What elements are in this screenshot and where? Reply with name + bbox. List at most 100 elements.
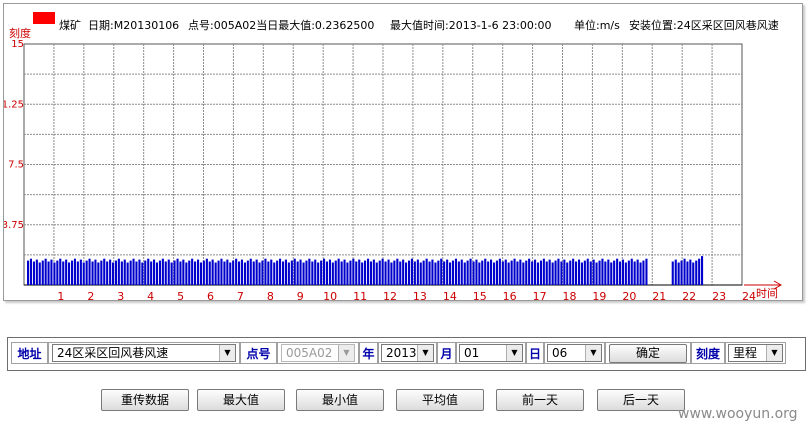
bar bbox=[27, 260, 30, 285]
bar bbox=[621, 259, 624, 285]
point-select[interactable]: 005A02 ▼ bbox=[281, 344, 355, 362]
bar bbox=[114, 260, 117, 285]
month-value: 01 bbox=[464, 346, 480, 360]
bar bbox=[516, 261, 519, 285]
bar bbox=[422, 260, 425, 285]
x-tick-label: 15 bbox=[473, 290, 487, 300]
y-tick-label: 7.5 bbox=[8, 160, 24, 171]
month-select[interactable]: 01 ▼ bbox=[459, 344, 523, 362]
bar bbox=[141, 262, 144, 285]
bar bbox=[457, 261, 460, 285]
bar bbox=[390, 262, 393, 285]
x-tick-label: 24 bbox=[742, 290, 756, 300]
bar bbox=[531, 261, 534, 285]
bar bbox=[449, 262, 452, 285]
bar bbox=[469, 258, 472, 285]
bar bbox=[106, 261, 109, 285]
bar bbox=[510, 260, 513, 285]
reupload-data-button[interactable]: 重传数据 bbox=[101, 389, 189, 411]
bar bbox=[566, 262, 569, 285]
bar bbox=[194, 261, 197, 285]
header-date: 日期:M20130106 bbox=[88, 19, 179, 32]
bar bbox=[607, 259, 610, 285]
bar bbox=[446, 259, 449, 285]
bar bbox=[677, 262, 680, 285]
x-tick-label: 17 bbox=[533, 290, 547, 300]
point-value: 005A02 bbox=[286, 346, 333, 360]
bar bbox=[202, 260, 205, 285]
bar bbox=[610, 262, 613, 285]
bar bbox=[686, 261, 689, 285]
bar bbox=[76, 261, 79, 285]
bar bbox=[91, 261, 94, 285]
bar bbox=[484, 258, 487, 285]
bar bbox=[120, 261, 123, 285]
bar bbox=[41, 260, 44, 285]
bar bbox=[38, 262, 41, 285]
bar bbox=[680, 260, 683, 285]
bar bbox=[311, 261, 314, 285]
bar bbox=[536, 262, 539, 285]
bar bbox=[32, 261, 35, 285]
bar bbox=[112, 262, 115, 285]
bar bbox=[557, 258, 560, 285]
address-label: 地址 bbox=[11, 342, 48, 364]
bar bbox=[572, 258, 575, 285]
y-axis-label: 刻度 bbox=[9, 26, 31, 40]
bar bbox=[630, 258, 633, 285]
bar bbox=[79, 259, 82, 285]
header-max-time: 最大值时间:2013-1-6 23:00:00 bbox=[390, 18, 552, 32]
bar bbox=[199, 262, 202, 285]
bar bbox=[176, 258, 179, 285]
bar bbox=[208, 261, 211, 285]
scale-select[interactable]: 里程 ▼ bbox=[728, 344, 783, 362]
bar bbox=[560, 261, 563, 285]
bar bbox=[701, 256, 704, 285]
day-select[interactable]: 06 ▼ bbox=[547, 344, 602, 362]
x-tick-label: 4 bbox=[147, 290, 154, 300]
confirm-button[interactable]: 确定 bbox=[609, 344, 687, 363]
bar bbox=[551, 262, 554, 285]
next-day-button[interactable]: 后一天 bbox=[597, 389, 685, 411]
bar bbox=[466, 260, 469, 285]
bar bbox=[364, 260, 367, 285]
min-value-button[interactable]: 最小值 bbox=[296, 389, 384, 411]
bar bbox=[223, 261, 226, 285]
avg-value-button[interactable]: 平均值 bbox=[396, 389, 484, 411]
bar bbox=[220, 258, 223, 285]
max-value-button[interactable]: 最大值 bbox=[197, 389, 285, 411]
x-tick-label: 12 bbox=[383, 290, 397, 300]
x-tick-label: 10 bbox=[323, 290, 337, 300]
bar bbox=[161, 258, 164, 285]
bar bbox=[334, 260, 337, 285]
bar bbox=[255, 259, 258, 285]
prev-day-button[interactable]: 前一天 bbox=[496, 389, 584, 411]
x-tick-label: 6 bbox=[207, 290, 214, 300]
bar bbox=[258, 262, 261, 285]
bar bbox=[583, 260, 586, 285]
bar bbox=[437, 260, 440, 285]
bar bbox=[299, 259, 302, 285]
bar bbox=[358, 259, 361, 285]
bar bbox=[475, 259, 478, 285]
bar bbox=[463, 262, 466, 285]
bar bbox=[425, 258, 428, 285]
year-select[interactable]: 2013 ▼ bbox=[381, 344, 434, 362]
header-mine: 煤矿 bbox=[59, 19, 81, 32]
address-select[interactable]: 24区采区回风巷风速 ▼ bbox=[52, 344, 236, 362]
chevron-down-icon: ▼ bbox=[417, 345, 433, 361]
bar bbox=[671, 261, 674, 285]
bar bbox=[197, 259, 200, 285]
bar bbox=[53, 262, 56, 285]
x-tick-label: 9 bbox=[297, 290, 304, 300]
bar bbox=[434, 262, 437, 285]
bar bbox=[205, 258, 208, 285]
bar bbox=[695, 260, 698, 285]
y-tick-label: 3.75 bbox=[4, 220, 24, 231]
bar bbox=[369, 261, 372, 285]
bar bbox=[164, 261, 167, 285]
bar bbox=[249, 258, 252, 285]
bar bbox=[337, 258, 340, 285]
bar bbox=[290, 260, 293, 285]
x-tick-label: 1 bbox=[57, 290, 64, 300]
